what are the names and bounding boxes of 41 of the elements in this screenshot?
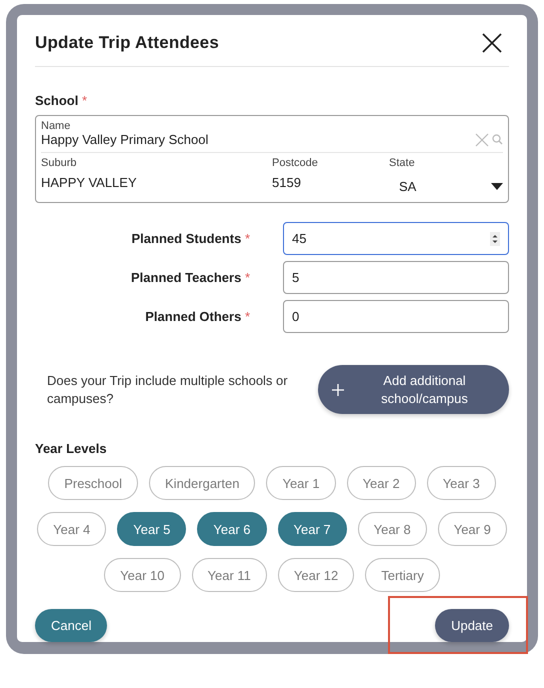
field-label: Suburb [41, 157, 78, 169]
year-level-chip[interactable]: Year 3 [426, 466, 496, 500]
year-level-chip[interactable]: Year 8 [358, 512, 427, 546]
close-icon[interactable] [481, 32, 503, 54]
year-level-chip[interactable]: Year 10 [104, 558, 180, 592]
field-label: Postcode [272, 157, 319, 169]
field-label: State [389, 157, 416, 169]
year-level-chip[interactable]: Year 5 [117, 512, 186, 546]
year-level-chip[interactable]: Year 4 [37, 512, 106, 546]
school-name-value: Happy Valley Primary School [41, 132, 208, 147]
dropdown-caret-icon[interactable] [491, 183, 503, 190]
field-label: Name [41, 120, 72, 132]
year-level-chip[interactable]: Year 12 [278, 558, 354, 592]
year-level-chip[interactable]: Year 7 [278, 512, 347, 546]
school-label: School * [35, 93, 88, 108]
dialog-title: Update Trip Attendees [35, 32, 219, 52]
year-level-chip[interactable]: Year 2 [346, 466, 416, 500]
spinner-icon[interactable] [490, 232, 500, 246]
postcode-value: 5159 [272, 175, 302, 192]
update-button[interactable]: Update [435, 609, 509, 642]
number-input[interactable]: 5 [283, 261, 509, 294]
question-text: Does your Trip include multiple schools or campuses? [47, 372, 289, 408]
number-input[interactable]: 0 [283, 300, 509, 333]
year-level-chip[interactable]: Preschool [48, 466, 138, 500]
year-level-chip[interactable]: Year 11 [192, 558, 267, 592]
field-label: Planned Students * [132, 231, 250, 246]
year-level-chip[interactable]: Year 6 [197, 512, 266, 546]
year-level-chip[interactable]: Kindergarten [149, 466, 256, 500]
year-level-chip[interactable]: Year 1 [266, 466, 336, 500]
state-value[interactable]: SA [399, 179, 416, 194]
add-school-button[interactable]: Add additional school/campus [318, 365, 509, 414]
year-level-chip[interactable]: Year 9 [438, 512, 507, 546]
field-label: Planned Others * [145, 309, 250, 324]
suburb-value: HAPPY VALLEY [41, 175, 138, 192]
year-levels-label: Year Levels [35, 441, 108, 456]
number-input[interactable]: 45 [283, 222, 509, 255]
field-label: Planned Teachers * [131, 270, 250, 285]
cancel-button[interactable]: Cancel [35, 609, 108, 642]
school-field[interactable]: Name Happy Valley Primary School Suburb Postcode State HAPPY VALLEY 5159 SA [35, 115, 509, 203]
plus-icon [332, 384, 344, 396]
year-level-chip[interactable]: Tertiary [365, 558, 440, 592]
